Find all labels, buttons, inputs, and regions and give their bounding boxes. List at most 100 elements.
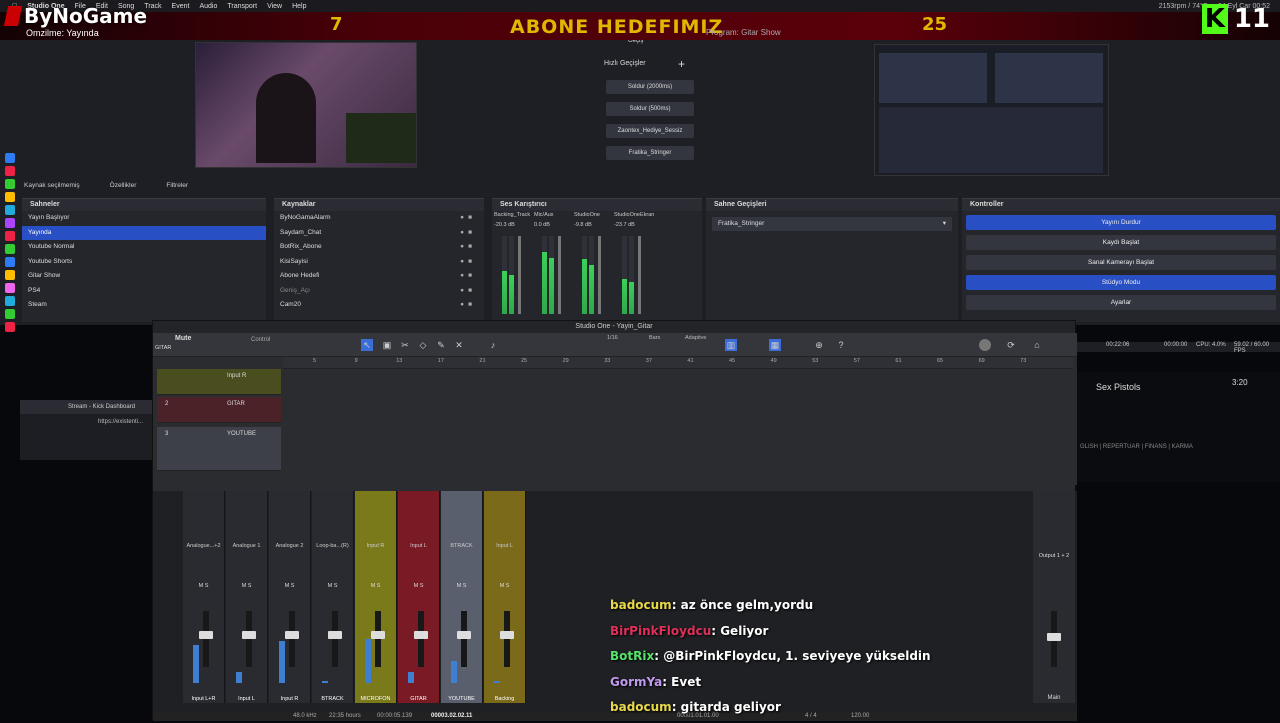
- range-tool-icon[interactable]: ▣: [381, 339, 393, 351]
- fader-cap[interactable]: [500, 631, 514, 639]
- timeline-ruler[interactable]: 5 9 13 17 21 25 29 33 37 41 45 49 53 57 61 65 69 73: [283, 357, 1073, 369]
- app-icon[interactable]: [5, 166, 15, 176]
- app-icon[interactable]: [5, 322, 15, 332]
- volume-slider[interactable]: [638, 236, 641, 314]
- source-item[interactable]: Saydam_Chat ●■: [274, 226, 484, 241]
- scene-item-selected[interactable]: Yayında: [22, 225, 266, 240]
- start-virtual-camera-button[interactable]: Sanal Kamerayı Başlat: [966, 255, 1276, 270]
- volume-fader[interactable]: [328, 611, 342, 667]
- zoom-icon[interactable]: ⊕: [813, 339, 825, 351]
- browser-url[interactable]: https://existenti...: [20, 414, 152, 430]
- mixer-channel[interactable]: Analogue...+2 M S Input L+R: [183, 491, 225, 703]
- filters-button[interactable]: Filtreler: [166, 182, 188, 189]
- app-icon[interactable]: [5, 283, 15, 293]
- app-icon[interactable]: [5, 296, 15, 306]
- overlay-tabs[interactable]: GLISH | REPERTUAR | FINANS | KARMA: [1080, 444, 1193, 450]
- help-icon[interactable]: ?: [835, 339, 847, 351]
- timebase-value[interactable]: Bars: [649, 335, 660, 341]
- properties-button[interactable]: Özellikler: [110, 182, 137, 189]
- menu-view[interactable]: View: [267, 3, 282, 10]
- transition-item[interactable]: Zaontex_Hediye_Sessiz: [606, 124, 694, 138]
- volume-fader[interactable]: [500, 611, 514, 667]
- mute-solo-buttons[interactable]: M S: [484, 583, 525, 589]
- visibility-lock-icons[interactable]: ●■: [460, 269, 484, 284]
- visibility-lock-icons[interactable]: ●■: [460, 240, 484, 255]
- mute-solo-buttons[interactable]: M S: [441, 583, 482, 589]
- paint-tool-icon[interactable]: ✎: [435, 339, 447, 351]
- source-item[interactable]: Abone Hedefi ●■: [274, 269, 484, 284]
- app-icon[interactable]: [5, 270, 15, 280]
- mixer-channel[interactable]: Input R M S MICROFON: [355, 491, 397, 703]
- mixer-channel[interactable]: Loop-ba...(R) M S BTRACK: [312, 491, 354, 703]
- volume-slider[interactable]: [598, 236, 601, 314]
- volume-fader[interactable]: [414, 611, 428, 667]
- settings-button[interactable]: Ayarlar: [966, 295, 1276, 310]
- mute-solo-buttons[interactable]: M S: [355, 583, 396, 589]
- studio-mode-button[interactable]: Stüdyo Modu: [966, 275, 1276, 290]
- visibility-lock-icons[interactable]: ●■: [460, 226, 484, 241]
- fan-status[interactable]: 2153rpm / 74°C: [1159, 3, 1208, 10]
- source-item[interactable]: BotRix_Abone ●■: [274, 240, 484, 255]
- menu-transport[interactable]: Transport: [227, 3, 257, 10]
- snap-value[interactable]: Adaptive: [685, 335, 706, 341]
- source-item[interactable]: ByNoGamaAlarm ●■: [274, 211, 484, 226]
- app-icon[interactable]: [5, 244, 15, 254]
- volume-fader[interactable]: [242, 611, 256, 667]
- app-icon[interactable]: [5, 192, 15, 202]
- listen-tool-icon[interactable]: ♪: [487, 339, 499, 351]
- scene-item[interactable]: Steam: [22, 298, 266, 313]
- visibility-lock-icons[interactable]: ●■: [460, 298, 484, 313]
- start-recording-button[interactable]: Kaydı Başlat: [966, 235, 1276, 250]
- quantize-value[interactable]: 1/16: [607, 335, 618, 341]
- track-header[interactable]: Input R: [157, 369, 281, 395]
- volume-slider[interactable]: [558, 236, 561, 314]
- mute-solo-buttons[interactable]: M S: [398, 583, 439, 589]
- transition-item[interactable]: Soldur (2000ms): [606, 80, 694, 94]
- mixer-channel[interactable]: BTRACK M S YOUTUBE: [441, 491, 483, 703]
- browser-tab[interactable]: Stream - Kick Dashboard: [20, 400, 152, 414]
- stop-streaming-button[interactable]: Yayını Durdur: [966, 215, 1276, 230]
- transition-item[interactable]: Soldur (500ms): [606, 102, 694, 116]
- scene-item[interactable]: Yayın Başlıyor: [22, 211, 266, 226]
- fader-cap[interactable]: [371, 631, 385, 639]
- volume-fader[interactable]: [285, 611, 299, 667]
- volume-fader[interactable]: [199, 611, 213, 667]
- add-transition-icon[interactable]: +: [678, 57, 685, 71]
- home-icon[interactable]: ⌂: [1031, 339, 1043, 351]
- transition-item[interactable]: Fratika_Stringer: [606, 146, 694, 160]
- menu-event[interactable]: Event: [172, 3, 190, 10]
- scene-item[interactable]: Youtube Shorts: [22, 255, 266, 270]
- app-icon[interactable]: [5, 257, 15, 267]
- fader-cap[interactable]: [414, 631, 428, 639]
- app-icon[interactable]: [5, 205, 15, 215]
- app-icon[interactable]: [5, 153, 15, 163]
- snap-toggle-icon[interactable]: ▥: [725, 339, 737, 351]
- volume-fader[interactable]: [371, 611, 385, 667]
- mute-tool-icon[interactable]: ✕: [453, 339, 465, 351]
- mixer-channel[interactable]: Input L M S GITAR: [398, 491, 440, 703]
- fader-cap[interactable]: [242, 631, 256, 639]
- visibility-lock-icons[interactable]: ●■: [460, 211, 484, 226]
- mute-solo-buttons[interactable]: M S: [226, 583, 267, 589]
- sync-icon[interactable]: ⟳: [1005, 339, 1017, 351]
- mute-solo-buttons[interactable]: M S: [312, 583, 353, 589]
- source-item[interactable]: Geniş_Açı ●■: [274, 284, 484, 299]
- mute-solo-buttons[interactable]: M S: [269, 583, 310, 589]
- volume-fader[interactable]: [457, 611, 471, 667]
- split-tool-icon[interactable]: ✂: [399, 339, 411, 351]
- visibility-lock-icons[interactable]: ●■: [460, 255, 484, 270]
- app-icon[interactable]: [5, 231, 15, 241]
- scene-item[interactable]: Gitar Show: [22, 269, 266, 284]
- app-icon[interactable]: [5, 179, 15, 189]
- source-item[interactable]: KisiSayisi ●■: [274, 255, 484, 270]
- scene-item[interactable]: Youtube Normal: [22, 240, 266, 255]
- mute-solo-buttons[interactable]: M S: [183, 583, 224, 589]
- main-output-channel[interactable]: Output 1 + 2 Main: [1033, 491, 1075, 703]
- fader-cap[interactable]: [328, 631, 342, 639]
- volume-slider[interactable]: [518, 236, 521, 314]
- app-icon[interactable]: [5, 218, 15, 228]
- mixer-channel[interactable]: Analogue 2 M S Input R: [269, 491, 311, 703]
- grid-icon[interactable]: ▦: [769, 339, 781, 351]
- menu-audio[interactable]: Audio: [199, 3, 217, 10]
- avatar[interactable]: [979, 339, 991, 351]
